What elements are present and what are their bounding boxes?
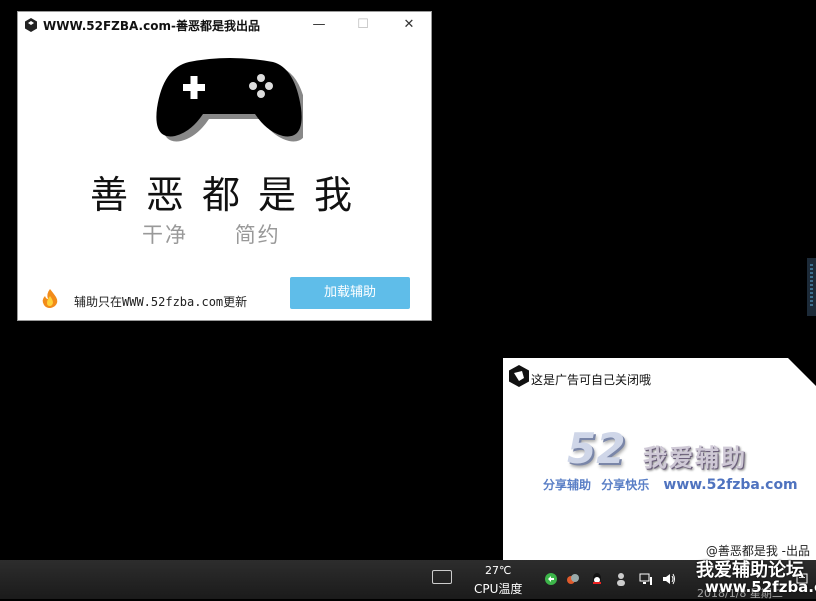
- ad-logo-number: 52: [567, 424, 626, 473]
- green-tray-icon[interactable]: [544, 572, 558, 586]
- edge-scroll-handle[interactable]: [807, 258, 816, 316]
- ad-logo-url[interactable]: www.52fzba.com: [663, 477, 797, 493]
- ad-logo-icon: [509, 365, 529, 387]
- ad-close-hint: 这是广告可自己关闭哦: [531, 373, 652, 387]
- fire-icon: [42, 289, 58, 308]
- ad-corner: [788, 358, 816, 386]
- ad-logo-tagline: 分享辅助 分享快乐 www.52fzba.com: [543, 476, 798, 493]
- window-title: WWW.52FZBA.com-善恶都是我出品: [43, 19, 260, 33]
- cpu-temperature: 27℃: [485, 564, 512, 577]
- keyboard-icon[interactable]: [432, 570, 452, 584]
- title-bar[interactable]: WWW.52FZBA.com-善恶都是我出品 — ☐ ✕: [18, 12, 431, 38]
- ad-logo-name: 我爱辅助: [643, 444, 747, 472]
- load-assist-button[interactable]: 加载辅助: [290, 277, 410, 309]
- cpu-temp-label[interactable]: CPU温度: [474, 580, 522, 597]
- main-window: WWW.52FZBA.com-善恶都是我出品 — ☐ ✕ 善恶都是我 干净 简约…: [17, 11, 432, 321]
- maximize-button[interactable]: ☐: [340, 12, 386, 38]
- qq-tray-icon[interactable]: [590, 572, 604, 586]
- subslogan-simple: 简约: [234, 223, 281, 247]
- ad-panel[interactable]: 这是广告可自己关闭哦 52 我爱辅助 分享辅助 分享快乐 www.52fzba.…: [503, 358, 816, 560]
- ad-tag-share-joy: 分享快乐: [601, 478, 650, 492]
- minimize-button[interactable]: —: [296, 12, 342, 38]
- volume-tray-icon[interactable]: [662, 572, 676, 586]
- gamepad-icon: [156, 58, 303, 142]
- app-tray-icon[interactable]: [566, 572, 580, 586]
- network-tray-icon[interactable]: [639, 572, 653, 586]
- taskbar: 27℃ CPU温度: [0, 560, 816, 599]
- update-notice: 辅助只在WWW.52fzba.com更新: [74, 295, 248, 309]
- subslogan-clean: 干净: [142, 223, 188, 247]
- app-logo-icon: [25, 18, 37, 32]
- user-tray-icon[interactable]: [614, 572, 628, 586]
- slogan-text: 善恶都是我: [90, 173, 371, 217]
- watermark-url: www.52fzba.com: [705, 578, 816, 596]
- close-button[interactable]: ✕: [386, 12, 432, 38]
- ad-tag-share-assist: 分享辅助: [543, 478, 592, 492]
- subslogan: 干净 简约: [142, 219, 342, 249]
